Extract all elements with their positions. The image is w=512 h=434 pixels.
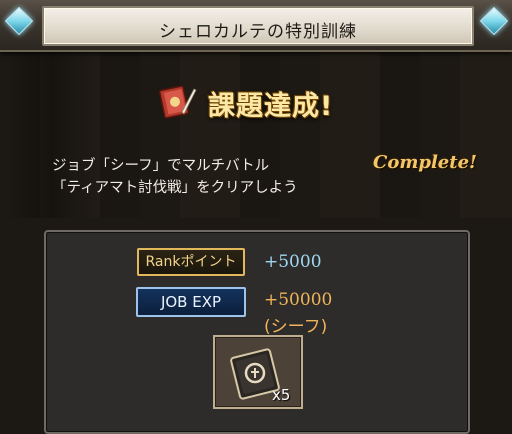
mission-line-2: 「ティアマト討伐戦」をクリアしよう — [52, 180, 298, 196]
complete-status: Complete! — [373, 152, 477, 173]
job-exp-badge: JOB EXP — [136, 287, 246, 317]
achievement-banner: 課題達成! — [208, 91, 334, 122]
mission-line-1: ジョブ「シーフ」でマルチバトル — [52, 158, 270, 174]
mission-description: ジョブ「シーフ」でマルチバトル 「ティアマト討伐戦」をクリアしよう — [52, 155, 372, 199]
title-plate: シェロカルテの特別訓練 — [42, 6, 474, 46]
crystal-gem-icon — [4, 6, 34, 36]
crystal-gem-icon — [479, 6, 509, 36]
job-exp-job-name: (シーフ) — [264, 317, 328, 337]
page-title: シェロカルテの特別訓練 — [159, 22, 357, 42]
mission-book-icon — [158, 84, 198, 120]
rank-points-badge: Rankポイント — [137, 248, 245, 276]
item-count: x5 — [272, 386, 291, 404]
job-exp-value: +50000 — [264, 290, 333, 310]
rank-points-value: +5000 — [264, 252, 322, 272]
header-bar: シェロカルテの特別訓練 — [0, 0, 512, 52]
